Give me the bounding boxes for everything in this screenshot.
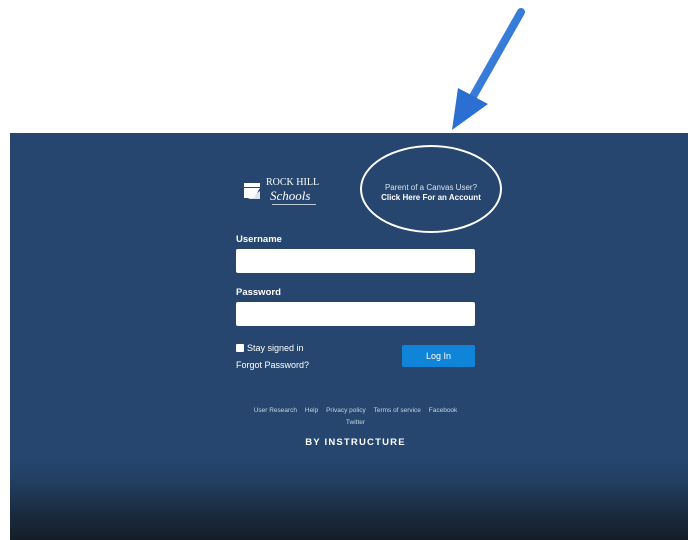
callout-arrow xyxy=(452,8,525,130)
logo-line2: Schools xyxy=(270,188,310,203)
password-input[interactable] xyxy=(236,302,475,326)
password-label: Password xyxy=(236,287,281,298)
footer-link-facebook[interactable]: Facebook xyxy=(429,407,458,414)
rock-hill-schools-logo: ROCK HILL Schools xyxy=(244,177,319,205)
by-instructure-brand: BY INSTRUCTURE xyxy=(305,437,406,448)
stay-signed-in-checkbox[interactable] xyxy=(236,344,244,352)
logo-line1: ROCK HILL xyxy=(266,177,319,188)
canvas-login-panel: ROCK HILL Schools Parent of a Canvas Use… xyxy=(10,133,688,540)
parent-question-text: Parent of a Canvas User? xyxy=(384,183,478,192)
footer-link-help[interactable]: Help xyxy=(305,407,318,414)
footer-link-twitter[interactable]: Twitter xyxy=(346,419,365,426)
footer-links: User Research Help Privacy policy Terms … xyxy=(236,405,475,429)
footer-link-privacy[interactable]: Privacy policy xyxy=(326,407,366,414)
forgot-password-link[interactable]: Forgot Password? xyxy=(236,360,309,370)
footer-link-terms[interactable]: Terms of service xyxy=(374,407,421,414)
screenshot-stage: ROCK HILL Schools Parent of a Canvas Use… xyxy=(0,0,688,540)
username-label: Username xyxy=(236,234,282,245)
stay-signed-in-label: Stay signed in xyxy=(247,343,304,353)
parent-account-link[interactable]: Click Here For an Account xyxy=(356,193,506,202)
login-button[interactable]: Log In xyxy=(402,345,475,367)
footer-link-user-research[interactable]: User Research xyxy=(254,407,297,414)
username-input[interactable] xyxy=(236,249,475,273)
stay-signed-in-row: Stay signed in xyxy=(236,342,304,354)
